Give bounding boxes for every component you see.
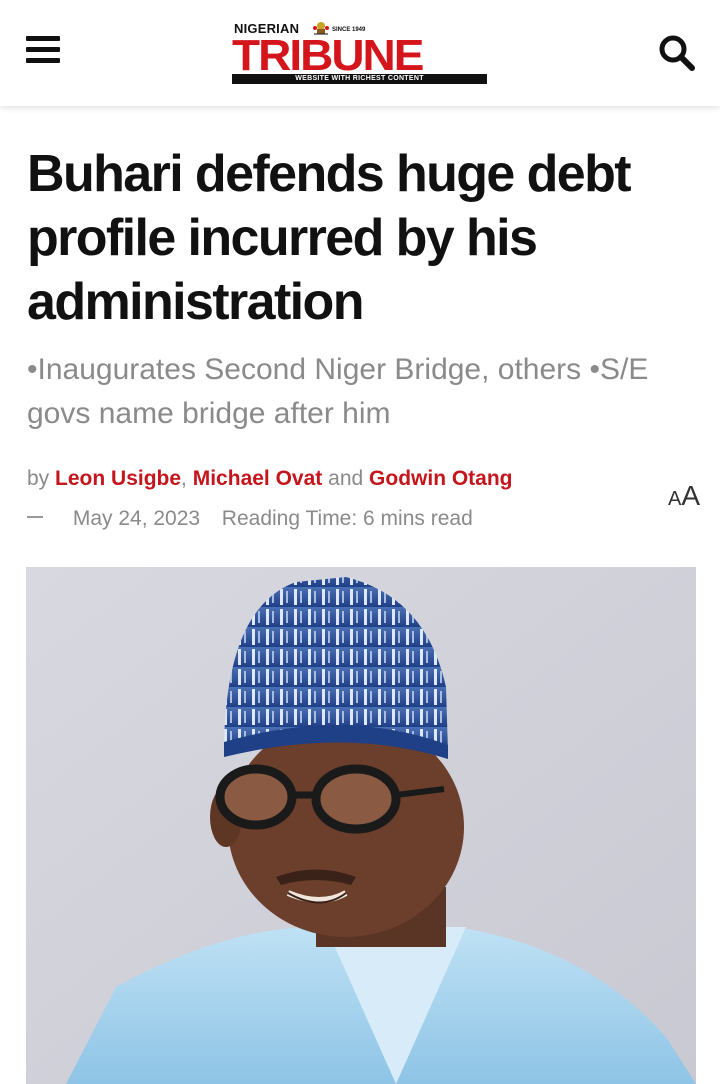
byline: by Leon Usigbe, Michael Ovat and Godwin … (27, 467, 513, 491)
reading-time: Reading Time: 6 mins read (221, 507, 473, 530)
site-header: NIGERIAN SINCE 1949 TRIBUNE WEBSITE WITH… (0, 0, 720, 106)
search-icon[interactable] (658, 34, 696, 72)
font-size-toggle-button[interactable]: AA (668, 480, 700, 512)
publish-date: May 24, 2023 (72, 507, 201, 530)
logo-tagline: WEBSITE WITH RICHEST CONTENT (232, 74, 487, 84)
author-link[interactable]: Godwin Otang (369, 467, 512, 490)
byline-separator: , (181, 467, 187, 490)
logo-main-text: TRIBUNE (232, 30, 424, 80)
article-title: Buhari defends huge debt profile incurre… (27, 145, 632, 331)
portrait-illustration (26, 567, 696, 1084)
site-logo[interactable]: NIGERIAN SINCE 1949 TRIBUNE WEBSITE WITH… (232, 18, 488, 86)
byline-and: and (328, 467, 364, 490)
author-link[interactable]: Leon Usigbe (55, 467, 181, 490)
article-meta: May 24, 2023 Reading Time: 6 mins read (27, 507, 473, 531)
hamburger-menu-icon[interactable] (26, 36, 60, 64)
article-subtitle: •Inaugurates Second Niger Bridge, others… (27, 353, 649, 430)
featured-image (26, 567, 696, 1084)
byline-by: by (27, 467, 50, 490)
font-size-small-label: A (667, 488, 682, 510)
author-link[interactable]: Michael Ovat (193, 467, 323, 490)
font-size-large-label: A (681, 480, 700, 511)
meta-dash (27, 516, 43, 519)
